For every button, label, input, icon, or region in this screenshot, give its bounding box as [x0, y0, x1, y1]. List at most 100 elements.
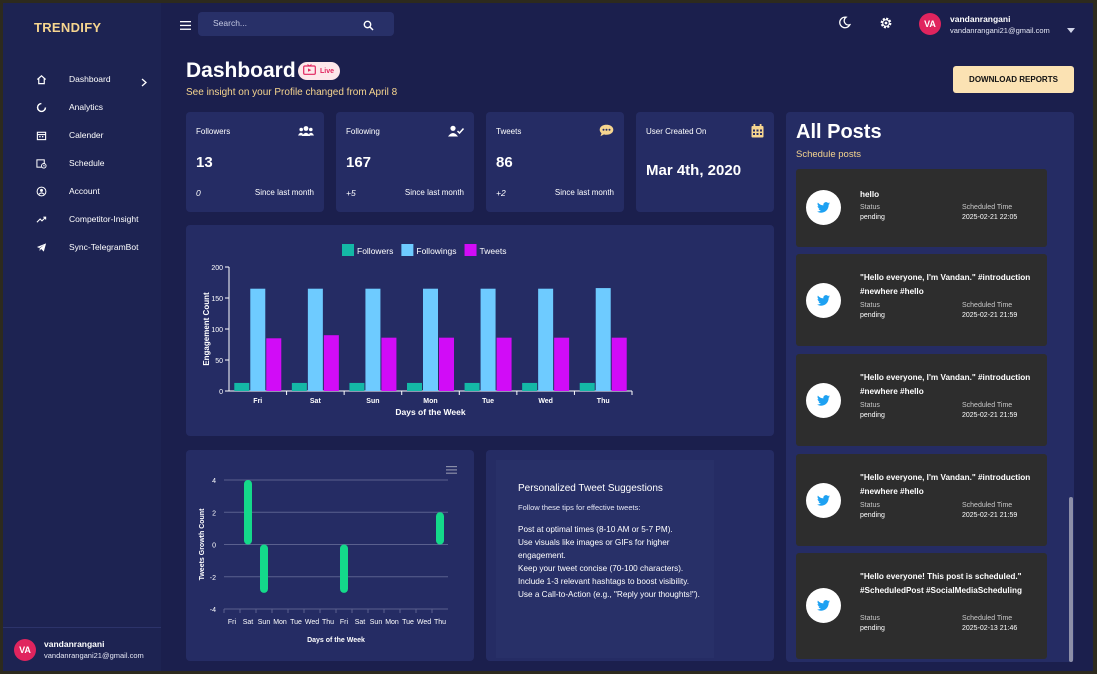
time-label: Scheduled Time [962, 402, 1013, 409]
y-tick-label: 150 [211, 296, 223, 303]
user-name: vandanrangani [950, 13, 1011, 24]
live-tv-icon [303, 62, 316, 80]
bar [260, 544, 268, 593]
post-card[interactable]: hello Status pending Scheduled Time 2025… [796, 169, 1047, 247]
user-email: vandanrangani21@gmail.com [44, 651, 144, 660]
sidebar-item-dashboard[interactable]: Dashboard [3, 65, 161, 93]
brand-logo[interactable]: TRENDIFY [34, 20, 101, 35]
chart-menu-icon[interactable] [446, 461, 457, 479]
tip-item: Keep your tweet concise (70-100 characte… [518, 563, 684, 573]
user-email: vandanrangani21@gmail.com [950, 25, 1050, 35]
sidebar-item-competitor-insight[interactable]: Competitor-Insight [3, 205, 161, 233]
x-axis-title: Days of the Week [307, 637, 365, 644]
posts-scrollbar[interactable] [1069, 497, 1073, 662]
sidebar-item-analytics[interactable]: Analytics [3, 93, 161, 121]
stat-value: 86 [496, 154, 513, 171]
status-value: pending [860, 312, 885, 319]
x-tick-label: Sun [366, 398, 379, 405]
account-icon [35, 185, 47, 197]
status-label: Status [860, 302, 880, 309]
x-tick-label: Mon [423, 398, 437, 405]
search-placeholder: Search... [213, 18, 248, 28]
status-label: Status [860, 204, 880, 211]
post-card[interactable]: "Hello everyone, I'm Vandan." #introduct… [796, 254, 1047, 346]
x-tick-label: Wed [417, 619, 431, 626]
moon-icon[interactable] [838, 16, 852, 34]
stat-title: Tweets [496, 127, 522, 136]
stat-since: Since last month [554, 188, 614, 197]
bar [480, 288, 496, 391]
time-value: 2025-02-21 22:05 [962, 214, 1018, 221]
telegram-icon [35, 241, 47, 253]
people-icon [298, 124, 314, 142]
search-icon[interactable] [363, 18, 374, 36]
y-axis-title: Engagement Count [202, 292, 211, 366]
sidebar-item-label: Calender [69, 130, 104, 140]
page-subtitle: See insight on your Profile changed from… [186, 87, 398, 98]
sidebar-item-sync-telegrambot[interactable]: Sync-TelegramBot [3, 233, 161, 261]
x-tick-label: Thu [597, 398, 610, 405]
y-tick-label: 100 [211, 327, 223, 334]
y-tick-label: 4 [212, 478, 216, 485]
x-tick-label: Wed [305, 619, 319, 626]
post-card[interactable]: "Hello everyone, I'm Vandan." #introduct… [796, 454, 1047, 546]
x-tick-label: Fri [253, 398, 262, 405]
analytics-icon [35, 101, 47, 113]
sidebar-item-calender[interactable]: Calender [3, 121, 161, 149]
schedule-icon [35, 157, 47, 169]
avatar: VA [14, 638, 36, 661]
x-tick-label: Tue [402, 619, 414, 626]
post-text: "Hello everyone, I'm Vandan." #introduct… [860, 273, 1031, 296]
bar [407, 382, 422, 391]
x-tick-label: Sat [355, 619, 366, 626]
bar [579, 382, 595, 391]
stat-delta: 0 [196, 188, 201, 198]
status-value: pending [860, 412, 885, 419]
stat-since: Since last month [404, 188, 464, 197]
avatar: VA [919, 13, 941, 35]
y-tick-label: 0 [212, 543, 216, 550]
top-user-menu[interactable]: VA vandanrangani vandanrangani21@gmail.c… [919, 13, 1050, 35]
live-label: Live [320, 67, 335, 75]
sidebar-item-label: Account [69, 186, 100, 196]
engagement-chart: Followers Followings Tweets 0 50 100 150 200 Fri… [202, 244, 633, 417]
post-card[interactable]: "Hello everyone, I'm Vandan." #introduct… [796, 354, 1047, 446]
bar [266, 338, 282, 391]
bar [439, 337, 454, 391]
stat-title: User Created On [646, 127, 707, 136]
x-tick-label: Thu [322, 619, 334, 626]
posts-subtitle: Schedule posts [796, 149, 861, 160]
search-input[interactable]: Search... [198, 12, 394, 36]
gear-icon[interactable] [879, 16, 893, 35]
comment-dots-icon [599, 124, 614, 142]
bar [291, 382, 307, 391]
sidebar-item-account[interactable]: Account [3, 177, 161, 205]
bar [340, 544, 348, 593]
stat-card-user-created: User Created On Mar 4th, 2020 [636, 112, 774, 212]
post-card[interactable]: "Hello everyone! This post is scheduled.… [796, 553, 1047, 659]
x-tick-label: Mon [273, 619, 287, 626]
chevron-right-icon [141, 74, 147, 92]
x-tick-label: Tue [290, 619, 302, 626]
bar [595, 288, 611, 391]
status-label: Status [860, 502, 880, 509]
sidebar-item-label: Schedule [69, 158, 105, 168]
y-tick-label: -4 [210, 607, 216, 614]
tweets-growth-chart: -4-2024Fri Sat Sun Mon Tue Wed Thu Fri Sat Sun Mon… [199, 478, 448, 644]
trending-icon [35, 213, 47, 225]
bar [522, 382, 538, 391]
stat-value: Mar 4th, 2020 [646, 162, 742, 179]
caret-down-icon[interactable] [1067, 20, 1075, 38]
download-reports-button[interactable]: DOWNLOAD REPORTS [953, 66, 1074, 93]
status-label: Status [860, 615, 880, 622]
bar [323, 335, 339, 391]
tips-subtitle: Follow these tips for effective tweets: [518, 503, 641, 512]
menu-icon[interactable] [180, 17, 191, 35]
sidebar-item-schedule[interactable]: Schedule [3, 149, 161, 177]
sidebar-user[interactable]: VA vandanrangani vandanrangani21@gmail.c… [3, 627, 161, 671]
bar [244, 480, 252, 545]
sidebar-item-label: Analytics [69, 102, 104, 112]
x-tick-label: Fri [340, 619, 349, 626]
y-axis-title: Tweets Growth Count [199, 508, 206, 580]
bar [554, 337, 570, 391]
